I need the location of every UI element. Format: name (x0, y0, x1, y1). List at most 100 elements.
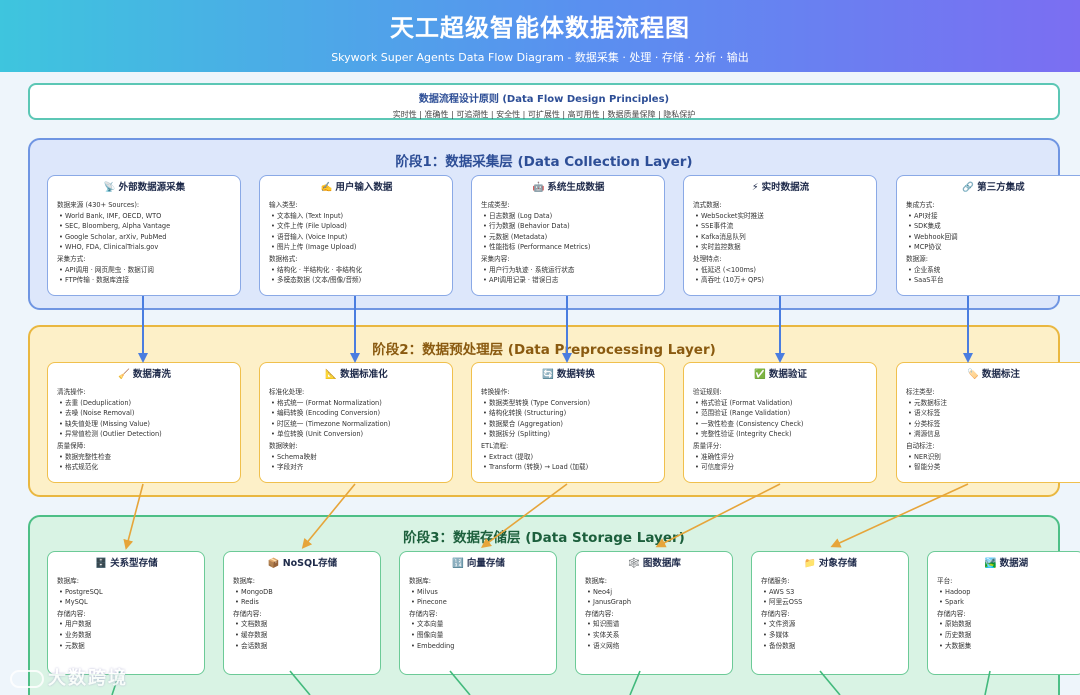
section-label: 输入类型: (269, 201, 298, 209)
section-label: 数据库: (233, 577, 256, 585)
list-item: 实体关系 (585, 630, 724, 641)
list-item: NER识别 (906, 452, 1080, 463)
section-label: 数据库: (57, 577, 80, 585)
section-label: 处理特点: (693, 254, 722, 263)
list-item: 数据类型转换 (Type Conversion) (481, 398, 656, 409)
card-title: 🏞️ 数据湖 (937, 558, 1076, 570)
list-item: 元数据 (57, 641, 196, 652)
section-list: MongoDBRedis (233, 587, 372, 608)
card-title: 📦 NoSQL存储 (233, 558, 372, 570)
list-item: 用户数据 (57, 619, 196, 630)
section-list: WebSocket实时推送SSE事件流Kafka消息队列实时监控数据 (693, 211, 868, 253)
stage1-card-4: ⚡实时数据流流式数据:WebSocket实时推送SSE事件流Kafka消息队列实… (683, 175, 877, 296)
list-item: 溯源信息 (906, 429, 1080, 440)
section-list: MilvusPinecone (409, 587, 548, 608)
list-item: 异常值检测 (Outlier Detection) (57, 429, 232, 440)
section-list: 格式验证 (Format Validation)范围验证 (Range Vali… (693, 398, 868, 440)
list-item: 用户行为轨迹 · 系统运行状态 (481, 265, 656, 276)
list-item: 图像向量 (409, 630, 548, 641)
principles-title: 数据流程设计原则 (Data Flow Design Principles) (418, 94, 670, 105)
card-icon: 🔢 (452, 558, 464, 569)
section-label: 采集内容: (481, 254, 510, 263)
section-list: 格式统一 (Format Normalization)编码转换 (Encodin… (269, 398, 444, 440)
section-label: 验证规则: (693, 388, 722, 396)
card-title: 📁 对象存储 (761, 558, 900, 570)
stage2-card-1: 🧹数据清洗清洗操作: 去重 (Deduplication)去噪 (Noise Re… (47, 362, 241, 483)
card-title-text: 外部数据源采集 (118, 182, 186, 193)
section-list: NER识别智能分类 (906, 452, 1080, 473)
card-title-text: 数据转换 (556, 369, 595, 380)
list-item: 多媒体 (761, 630, 900, 641)
watermark-logo-icon (10, 670, 44, 688)
list-item: 日志数据 (Log Data) (481, 211, 656, 222)
section-list: API对接SDK集成Webhook回调MCP协议 (906, 211, 1080, 253)
list-item: 语音输入 (Voice Input) (269, 232, 444, 243)
card-title-text: 图数据库 (642, 558, 681, 569)
card-title-text: 用户输入数据 (335, 182, 393, 193)
list-item: 准确性评分 (693, 452, 868, 463)
list-item: FTP传输 · 数据库连接 (57, 275, 232, 286)
list-item: 知识图谱 (585, 619, 724, 630)
list-item: 结构化 · 半结构化 · 非结构化 (269, 265, 444, 276)
card-title-text: 实时数据流 (761, 182, 810, 193)
list-item: 低延迟 (<100ms) (693, 265, 868, 276)
section-label: 采集方式: (57, 254, 86, 263)
section-label: 存储内容: (937, 609, 966, 618)
list-item: 文本输入 (Text Input) (269, 211, 444, 222)
list-item: SaaS平台 (906, 275, 1080, 286)
card-icon: 🏷️ (967, 369, 979, 380)
section-label: 存储内容: (585, 609, 614, 618)
card-title-text: 第三方集成 (977, 182, 1025, 193)
list-item: 文件资源 (761, 619, 900, 630)
card-title-text: 数据标注 (981, 369, 1020, 380)
stage2-card-2: 📐数据标准化标准化处理: 格式统一 (Format Normalization)编… (259, 362, 453, 483)
list-item: SEC, Bloomberg, Alpha Vantage (57, 221, 232, 232)
list-item: 历史数据 (937, 630, 1076, 641)
section-list: Extract (提取)Transform (转换) → Load (加载) (481, 452, 656, 473)
section-list: API调用 · 网页爬虫 · 数据订阅FTP传输 · 数据库连接 (57, 265, 232, 286)
section-list: 数据完整性检查格式规范化 (57, 452, 232, 473)
section-list: 去重 (Deduplication)去噪 (Noise Removal)缺失值处… (57, 398, 232, 440)
list-item: MCP协议 (906, 242, 1080, 253)
section-label: 数据库: (585, 577, 608, 585)
section-label: 质量评分: (693, 441, 722, 450)
list-item: 智能分类 (906, 462, 1080, 473)
list-item: 格式统一 (Format Normalization) (269, 398, 444, 409)
page-subtitle: Skywork Super Agents Data Flow Diagram -… (331, 51, 749, 64)
section-list: 文件资源多媒体备份数据 (761, 619, 900, 651)
card-icon: 📁 (804, 558, 816, 569)
list-item: Neo4j (585, 587, 724, 598)
header-banner: 天工超级智能体数据流程图 Skywork Super Agents Data F… (0, 0, 1080, 72)
section-list: 低延迟 (<100ms)高吞吐 (10万+ QPS) (693, 265, 868, 286)
list-item: Hadoop (937, 587, 1076, 598)
card-title: 🔗 第三方集成 (906, 182, 1080, 194)
list-item: SSE事件流 (693, 221, 868, 232)
card-icon: 🕸️ (628, 558, 640, 569)
card-icon: 🔄 (542, 369, 554, 380)
card-title: ⚡ 实时数据流 (693, 182, 868, 194)
stage-1-title: 阶段1：数据采集层 (Data Collection Layer) (395, 154, 693, 170)
list-item: 范围验证 (Range Validation) (693, 408, 868, 419)
section-label: 清洗操作: (57, 388, 86, 396)
section-label: 转换操作: (481, 388, 510, 396)
section-label: 存储内容: (57, 609, 86, 618)
section-list: 元数据标注语义标签分类标签溯源信息 (906, 398, 1080, 440)
list-item: Extract (提取) (481, 452, 656, 463)
card-title-text: 数据标准化 (340, 369, 388, 380)
list-item: 时区统一 (Timezone Normalization) (269, 419, 444, 430)
card-title: 🔢 向量存储 (409, 558, 548, 570)
list-item: World Bank, IMF, OECD, WTO (57, 211, 232, 222)
card-title: 🧹 数据清洗 (57, 369, 232, 381)
section-list: 准确性评分可信度评分 (693, 452, 868, 473)
card-title: 🗄️ 关系型存储 (57, 558, 196, 570)
list-item: 字段对齐 (269, 462, 444, 473)
card-title: 🕸️ 图数据库 (585, 558, 724, 570)
list-item: API对接 (906, 211, 1080, 222)
list-item: 数据拆分 (Splitting) (481, 429, 656, 440)
list-item: 文本向量 (409, 619, 548, 630)
card-icon: 📡 (103, 182, 116, 193)
section-label: 自动标注: (906, 441, 935, 450)
list-item: 高吞吐 (10万+ QPS) (693, 275, 868, 286)
list-item: 格式验证 (Format Validation) (693, 398, 868, 409)
list-item: 数据聚合 (Aggregation) (481, 419, 656, 430)
